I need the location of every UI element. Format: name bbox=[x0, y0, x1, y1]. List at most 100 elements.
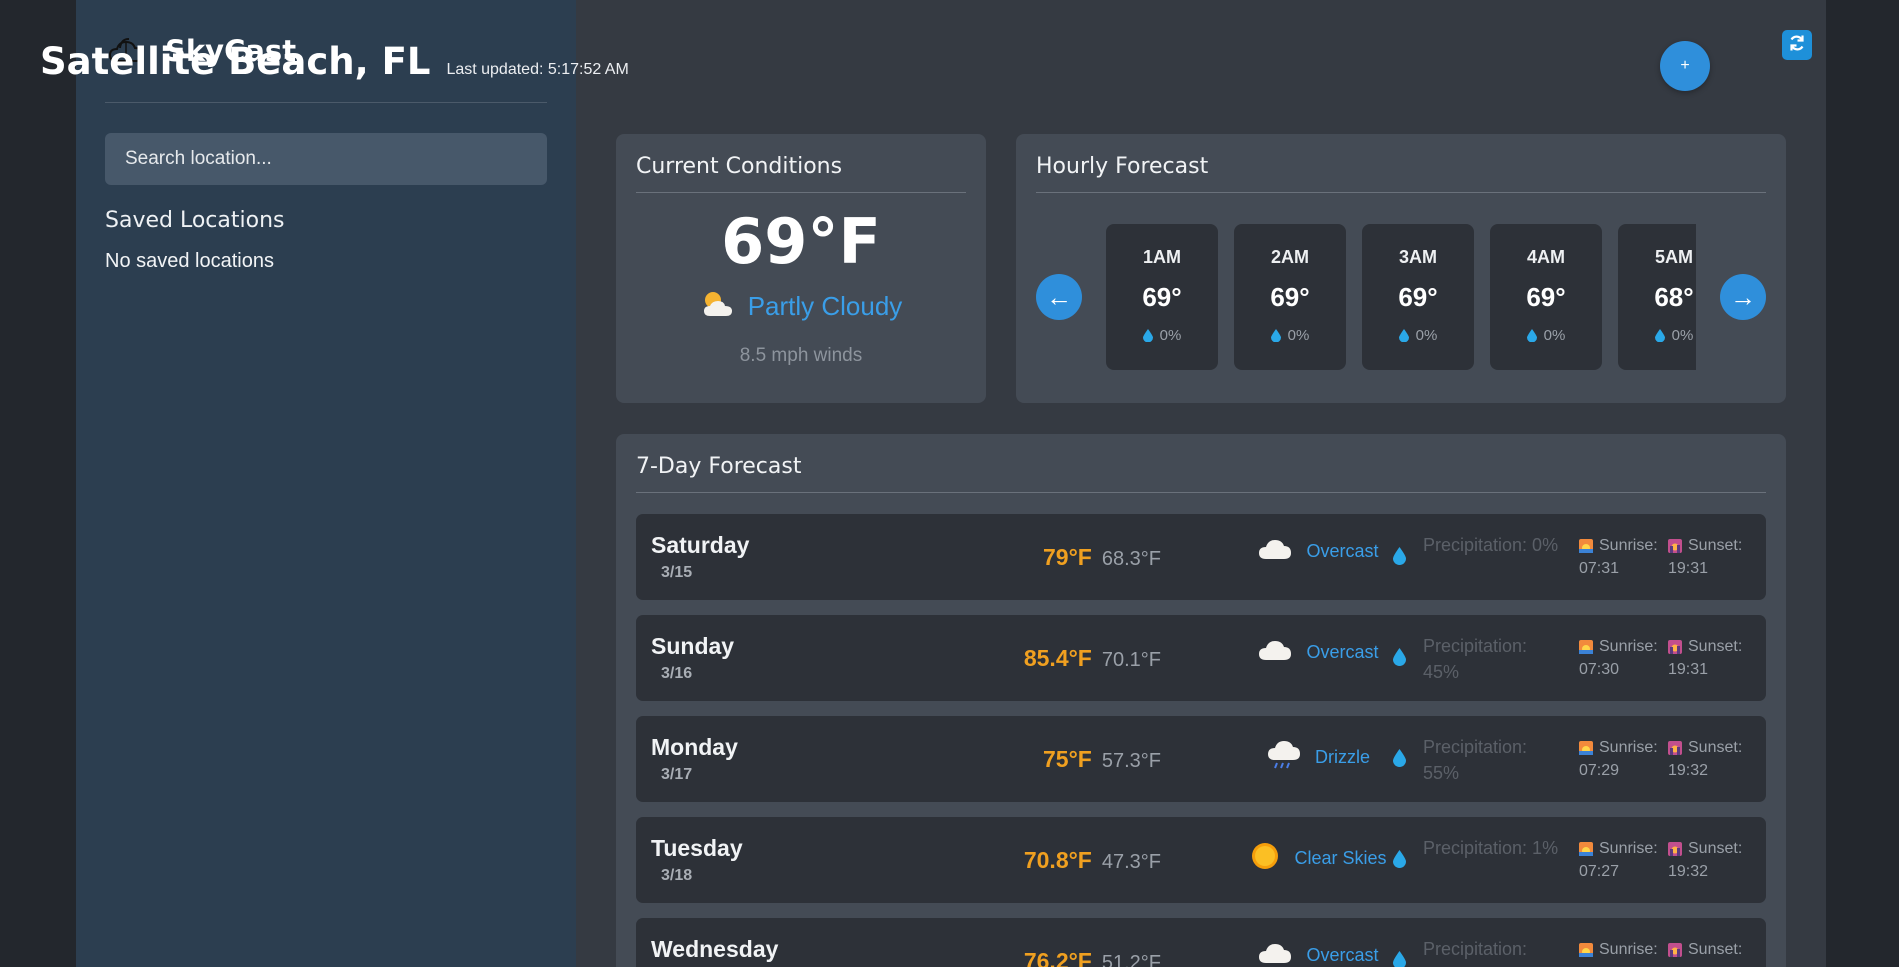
day-condition-text: Clear Skies bbox=[1294, 848, 1387, 868]
sunrise-label: Sunrise: bbox=[1599, 638, 1658, 655]
day-condition: Overcast bbox=[1221, 942, 1416, 967]
day-high: 85.4°F bbox=[1023, 645, 1092, 671]
hour-card: 3AM 69° 0% bbox=[1362, 224, 1474, 370]
saved-locations-heading: Saved Locations bbox=[105, 208, 285, 233]
hourly-prev-button[interactable]: ← bbox=[1036, 274, 1082, 320]
hour-precip-value: 0% bbox=[1415, 327, 1438, 344]
hour-temp: 69° bbox=[1526, 282, 1566, 312]
add-location-button[interactable]: + bbox=[1660, 41, 1710, 91]
sunset-label: Sunset: bbox=[1688, 638, 1743, 655]
day-precipitation: Precipitation: 55% bbox=[1423, 737, 1528, 783]
sunset-icon bbox=[1668, 841, 1682, 856]
droplet-icon bbox=[1526, 329, 1537, 342]
location-header: Satellite Beach, FL Last updated: 5:17:5… bbox=[40, 40, 629, 83]
hour-precip-value: 0% bbox=[1159, 327, 1182, 344]
day-sunset: Sunset: 19:31 bbox=[1668, 534, 1758, 580]
day-sunset: Sunset: bbox=[1668, 938, 1758, 961]
day-condition-text: Overcast bbox=[1306, 642, 1379, 662]
day-condition: Overcast bbox=[1221, 639, 1416, 666]
hourly-forecast-card: Hourly Forecast ← 1AM 69° 0% 2AM 69° 0% … bbox=[1016, 134, 1786, 403]
droplet-icon bbox=[1393, 648, 1406, 666]
day-sunset: Sunset: 19:32 bbox=[1668, 736, 1758, 782]
day-temps: 75°F 57.3°F bbox=[1043, 746, 1161, 773]
current-temperature: 69°F bbox=[721, 205, 881, 278]
seven-day-forecast-card: 7-Day Forecast Saturday 3/15 79°F 68.3°F … bbox=[616, 434, 1786, 967]
hour-precip-value: 0% bbox=[1287, 327, 1310, 344]
droplet-icon bbox=[1393, 547, 1406, 565]
day-condition-text: Overcast bbox=[1306, 541, 1379, 561]
drizzle-icon bbox=[1267, 740, 1301, 775]
sunrise-time: 07:30 bbox=[1579, 661, 1620, 678]
day-high: 79°F bbox=[1043, 544, 1092, 570]
refresh-icon bbox=[1787, 33, 1807, 58]
sunset-time: 19:32 bbox=[1668, 863, 1709, 880]
day-high: 70.8°F bbox=[1023, 847, 1092, 873]
day-condition: Drizzle bbox=[1221, 740, 1416, 775]
day-precipitation: Precipitation: 45% bbox=[1423, 636, 1528, 682]
day-row[interactable]: Sunday 3/16 85.4°F 70.1°F Overcast Precip… bbox=[636, 615, 1766, 701]
day-temps: 76.2°F 51.2°F bbox=[1024, 948, 1161, 967]
day-date: 3/18 bbox=[661, 867, 693, 884]
cloud-icon bbox=[1258, 639, 1292, 666]
hourly-strip[interactable]: 1AM 69° 0% 2AM 69° 0% 3AM 69° 0% 4AM 69°… bbox=[1106, 224, 1696, 370]
day-row[interactable]: Tuesday 3/18 70.8°F 47.3°F Clear Skies Pr… bbox=[636, 817, 1766, 903]
day-row[interactable]: Wednesday 76.2°F 51.2°F Overcast Precipit… bbox=[636, 918, 1766, 967]
current-conditions-title: Current Conditions bbox=[636, 154, 843, 179]
day-row[interactable]: Saturday 3/15 79°F 68.3°F Overcast Precip… bbox=[636, 514, 1766, 600]
hour-card: 1AM 69° 0% bbox=[1106, 224, 1218, 370]
sunset-time: 19:31 bbox=[1668, 560, 1709, 577]
day-temps: 70.8°F 47.3°F bbox=[1024, 847, 1161, 874]
cloud-icon bbox=[1258, 942, 1292, 967]
card-divider bbox=[1036, 192, 1766, 193]
hour-precip-value: 0% bbox=[1543, 327, 1566, 344]
sunrise-label: Sunrise: bbox=[1599, 739, 1658, 756]
sunrise-time: 07:27 bbox=[1579, 863, 1620, 880]
day-name: Tuesday bbox=[651, 835, 743, 861]
current-condition: Partly Cloudy bbox=[636, 288, 966, 325]
day-name: Saturday bbox=[651, 532, 750, 558]
refresh-button[interactable] bbox=[1782, 30, 1812, 60]
day-condition-text: Drizzle bbox=[1314, 747, 1370, 767]
hour-label: 3AM bbox=[1398, 247, 1437, 267]
day-high: 75°F bbox=[1043, 746, 1092, 772]
droplet-icon bbox=[1398, 329, 1409, 342]
sunset-label: Sunset: bbox=[1688, 840, 1743, 857]
hour-label: 5AM bbox=[1654, 247, 1693, 267]
droplet-icon bbox=[1270, 329, 1281, 342]
hour-temp: 69° bbox=[1142, 282, 1182, 312]
last-updated: Last updated: 5:17:52 AM bbox=[446, 61, 629, 78]
sunset-label: Sunset: bbox=[1688, 739, 1743, 756]
day-sunset: Sunset: 19:31 bbox=[1668, 635, 1758, 681]
search-input[interactable] bbox=[105, 133, 547, 185]
sunset-label: Sunset: bbox=[1688, 537, 1743, 554]
hour-label: 4AM bbox=[1526, 247, 1565, 267]
hour-precip: 0% bbox=[1106, 327, 1218, 344]
day-condition-text: Overcast bbox=[1306, 945, 1379, 965]
sunset-time: 19:32 bbox=[1668, 762, 1709, 779]
cloud-icon bbox=[1258, 538, 1292, 565]
sidebar: SkyCast Saved Locations No saved locatio… bbox=[76, 0, 576, 967]
card-divider bbox=[636, 192, 966, 193]
day-low: 70.1°F bbox=[1101, 649, 1161, 671]
hourly-next-button[interactable]: → bbox=[1720, 274, 1766, 320]
current-conditions-card: Current Conditions 69°F Partly Cloudy 8.… bbox=[616, 134, 986, 403]
day-precipitation: Precipitation: 1% bbox=[1423, 838, 1559, 858]
day-name: Wednesday bbox=[651, 936, 779, 962]
droplet-icon bbox=[1393, 850, 1406, 868]
day-date: 3/15 bbox=[661, 564, 693, 581]
sunset-icon bbox=[1668, 740, 1682, 755]
sunrise-icon bbox=[1579, 740, 1593, 755]
hour-precip: 0% bbox=[1618, 327, 1696, 344]
hour-precip: 0% bbox=[1490, 327, 1602, 344]
hour-card: 4AM 69° 0% bbox=[1490, 224, 1602, 370]
sunrise-time: 07:31 bbox=[1579, 560, 1620, 577]
hour-card: 5AM 68° 0% bbox=[1618, 224, 1696, 370]
day-temps: 79°F 68.3°F bbox=[1043, 544, 1161, 571]
sunset-time: 19:31 bbox=[1668, 661, 1709, 678]
day-precipitation: Precipitation: 0% bbox=[1423, 535, 1559, 555]
day-row[interactable]: Monday 3/17 75°F 57.3°F Drizzle Precipita… bbox=[636, 716, 1766, 802]
day-temps: 85.4°F 70.1°F bbox=[1024, 645, 1161, 672]
sidebar-divider bbox=[105, 102, 547, 103]
hour-precip: 0% bbox=[1362, 327, 1474, 344]
saved-locations-empty: No saved locations bbox=[105, 250, 274, 272]
